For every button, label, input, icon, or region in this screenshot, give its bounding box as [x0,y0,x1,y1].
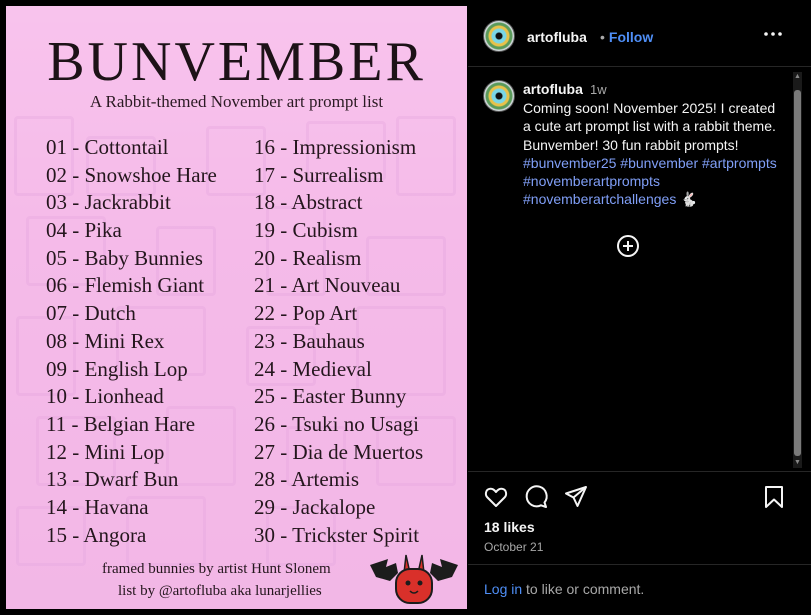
prompt-item: 14 - Havana [46,494,149,519]
prompt-item: 19 - Cubism [254,218,358,243]
paper-plane-icon[interactable] [563,484,589,510]
prompt-item: 28 - Artemis [254,467,359,492]
prompt-item: 08 - Mini Rex [46,328,165,353]
hashtag-link[interactable]: #novemberartchallenges [523,191,676,207]
scroll-down-arrow-icon[interactable]: ▼ [793,458,802,468]
prompt-item: 21 - Art Nouveau [254,273,401,298]
caption-area: artofluba 1w Coming soon! November 2025!… [468,68,811,472]
bookmark-icon[interactable] [761,484,787,510]
prompt-item: 17 - Surrealism [254,162,384,187]
login-text: Log in to like or comment. [484,581,644,597]
prompt-item: 12 - Mini Lop [46,439,165,464]
prompt-item: 23 - Bauhaus [254,328,365,353]
login-rest: to like or comment. [522,581,645,597]
poster-subtitle: A Rabbit-themed November art prompt list [89,92,384,111]
login-prompt: Log in to like or comment. [468,564,811,615]
heart-icon[interactable] [483,484,509,510]
prompt-item: 11 - Belgian Hare [46,411,196,436]
rabbit-emoji: 🐇 [680,191,698,208]
scrollbar[interactable]: ▲ ▼ [793,72,802,468]
prompt-item: 07 - Dutch [46,301,136,326]
prompt-item: 15 - Angora [46,522,147,547]
prompt-item: 20 - Realism [254,245,362,270]
likes-count[interactable]: 18 likes [484,519,535,535]
bat-bunny-illustration [370,554,458,604]
scroll-up-arrow-icon[interactable]: ▲ [793,72,802,82]
follow-button[interactable]: • Follow [600,29,653,45]
prompt-list-left: 01 - Cottontail 02 - Snowshoe Hare 03 - … [46,134,217,549]
login-link[interactable]: Log in [484,581,522,597]
prompt-item: 16 - Impressionism [254,135,417,159]
speech-bubble-icon[interactable] [523,484,549,510]
prompt-item: 03 - Jackrabbit [46,190,171,215]
prompt-item: 27 - Dia de Muertos [254,439,424,464]
scroll-thumb[interactable] [794,90,801,456]
post-image: BUNVEMBER A Rabbit-themed November art p… [6,6,467,609]
prompt-item: 06 - Flemish Giant [46,273,205,298]
hashtag-link[interactable]: #novemberartprompts [523,173,660,189]
prompt-item: 04 - Pika [46,218,122,243]
prompt-item: 25 - Easter Bunny [254,384,407,409]
prompt-item: 09 - English Lop [46,356,188,381]
separator-dot: • [600,29,605,45]
hashtag-link[interactable]: #bunvember25 [523,155,616,171]
post-date[interactable]: October 21 [484,540,543,554]
post-header: artofluba • Follow [468,0,811,67]
prompt-item: 18 - Abstract [254,190,363,215]
prompt-item: 01 - Cottontail [46,135,169,159]
plus-circle-icon[interactable] [616,234,640,258]
caption-username[interactable]: artofluba [523,81,583,97]
prompt-item: 05 - Baby Bunnies [46,245,203,270]
prompt-list-poster: BUNVEMBER A Rabbit-themed November art p… [6,6,467,609]
avatar[interactable] [483,80,515,112]
prompt-item: 22 - Pop Art [254,301,358,326]
prompt-item: 10 - Lionhead [46,384,164,409]
prompt-item: 24 - Medieval [254,356,372,381]
hashtag-link[interactable]: #artprompts [702,155,777,171]
prompt-list-right: 16 - Impressionism 17 - Surrealism 18 - … [254,134,423,549]
post-sidebar: artofluba • Follow artofluba 1w Coming so… [468,0,811,615]
prompt-item: 13 - Dwarf Bun [46,467,179,492]
header-username[interactable]: artofluba [527,29,587,45]
caption-text: Coming soon! November 2025! I created a … [523,99,785,209]
poster-title: BUNVEMBER [47,31,426,93]
prompt-item: 29 - Jackalope [254,494,376,519]
caption-body: Coming soon! November 2025! I created a … [523,100,776,153]
action-bar [468,484,811,514]
prompt-item: 26 - Tsuki no Usagi [254,411,419,436]
avatar[interactable] [483,20,515,52]
caption-timestamp[interactable]: 1w [590,82,607,97]
hashtag-link[interactable]: #bunvember [620,155,698,171]
artist-credit: framed bunnies by artist Hunt Slonem [102,561,331,577]
follow-label: Follow [608,29,654,45]
instagram-post-modal: BUNVEMBER A Rabbit-themed November art p… [0,0,811,615]
prompt-item: 02 - Snowshoe Hare [46,162,217,187]
prompt-item: 30 - Trickster Spirit [254,522,420,547]
more-options-icon[interactable] [763,24,783,44]
list-credit: list by @artofluba aka lunarjellies [118,583,322,599]
